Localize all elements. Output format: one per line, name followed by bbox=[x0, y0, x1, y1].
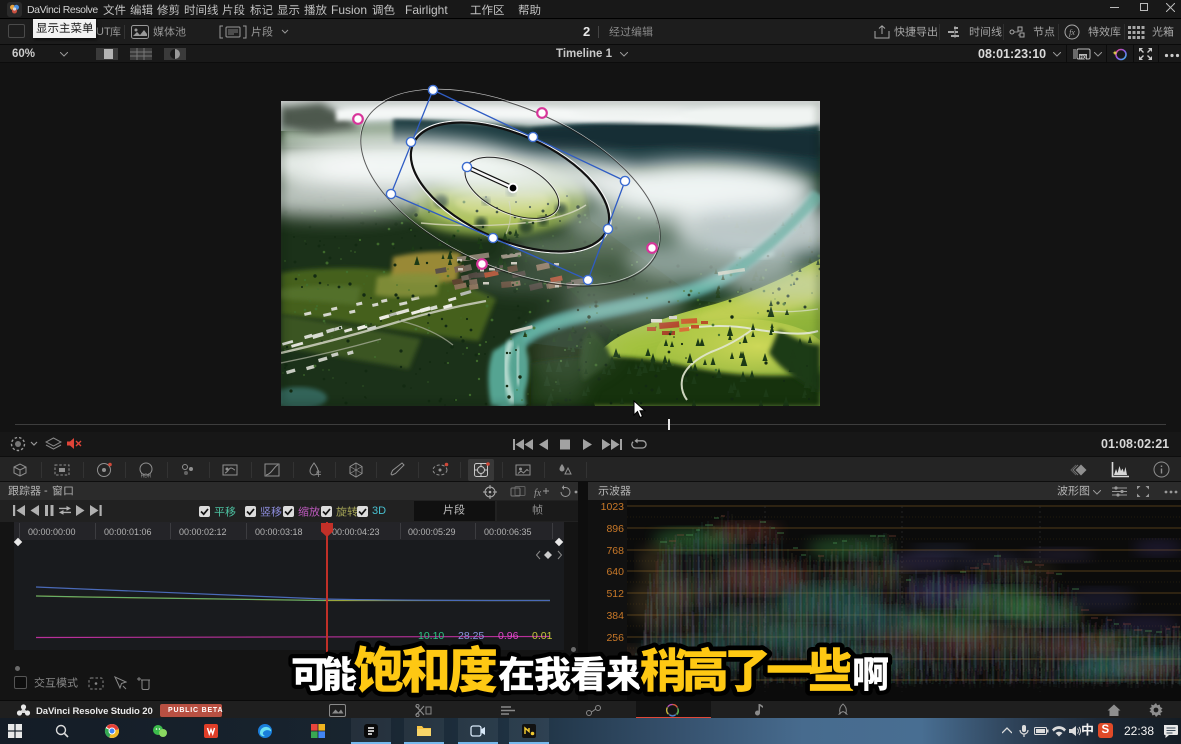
svg-text:256: 256 bbox=[606, 632, 624, 644]
svg-text:HQ: HQ bbox=[1080, 55, 1087, 60]
svg-text:HDR: HDR bbox=[141, 474, 152, 480]
svg-text:768: 768 bbox=[606, 545, 624, 557]
svg-text:896: 896 bbox=[606, 523, 624, 535]
svg-text:1023: 1023 bbox=[601, 501, 625, 513]
svg-text:640: 640 bbox=[606, 566, 624, 578]
svg-text:fx: fx bbox=[534, 488, 542, 498]
svg-text:384: 384 bbox=[606, 610, 624, 622]
svg-text:512: 512 bbox=[606, 588, 624, 600]
svg-text:fx: fx bbox=[1069, 28, 1075, 37]
